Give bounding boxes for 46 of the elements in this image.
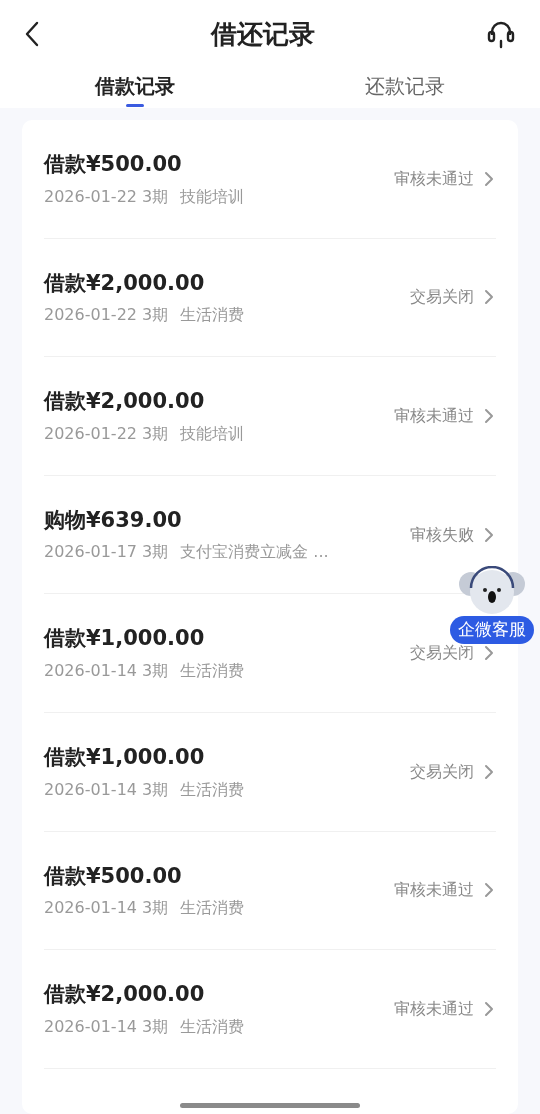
tab[interactable]: 还款记录 (270, 68, 540, 108)
record-date-term: 2026-01-17 3期 (44, 541, 169, 564)
record-amount: 借款¥2,000.00 (44, 388, 206, 416)
headset-icon[interactable] (486, 19, 516, 49)
chevron-right-icon[interactable] (484, 763, 494, 780)
record-status: 审核失败 (410, 523, 474, 546)
chevron-right-icon[interactable] (484, 170, 494, 187)
record-status: 审核未通过 (394, 167, 474, 190)
record-purpose: 技能培训 (180, 422, 245, 445)
record-purpose: 生活消费 (180, 304, 245, 327)
chevron-right-icon[interactable] (484, 882, 494, 899)
chevron-right-icon[interactable] (484, 408, 494, 424)
record-purpose: 生活消费 (180, 897, 245, 920)
record-status: 交易关闭 (410, 760, 474, 783)
record-amount: 借款¥500.00 (44, 862, 183, 890)
chevron-right-icon[interactable] (484, 526, 494, 543)
record-amount: 借款¥2,000.00 (44, 269, 206, 297)
record-date-term: 2026-01-22 3期 (44, 422, 169, 445)
record-date-term: 2026-01-14 3期 (44, 897, 169, 920)
record-status: 审核未通过 (394, 405, 474, 427)
record-date-term: 2026-01-14 3期 (44, 1015, 169, 1038)
record-purpose: 生活消费 (180, 778, 245, 801)
record-date-term: 2026-01-14 3期 (44, 778, 169, 801)
support-badge[interactable]: 企微客服 (450, 616, 534, 644)
record-amount: 借款¥500.00 (44, 151, 183, 179)
record-status: 交易关闭 (410, 286, 474, 309)
record-status: 审核未通过 (394, 879, 474, 902)
record-amount: 借款¥1,000.00 (44, 744, 206, 771)
record-purpose: 技能培训 (180, 185, 245, 208)
chevron-right-icon[interactable] (484, 645, 494, 662)
record-purpose: 生活消费 (180, 1015, 245, 1038)
record-amount: 借款¥2,000.00 (44, 981, 206, 1009)
record-date-term: 2026-01-14 3期 (44, 659, 169, 682)
chevron-right-icon[interactable] (484, 1000, 494, 1017)
tab[interactable]: 借款记录 (0, 68, 270, 108)
record-date-term: 2026-01-22 3期 (44, 304, 169, 327)
record-status: 审核未通过 (394, 997, 474, 1020)
back-icon[interactable] (24, 21, 40, 47)
record-amount: 购物¥639.00 (44, 506, 183, 534)
chevron-right-icon[interactable] (484, 289, 494, 306)
record-date-term: 2026-01-22 3期 (44, 185, 169, 208)
record-purpose: 生活消费 (180, 659, 245, 682)
record-amount: 借款¥1,000.00 (44, 625, 206, 653)
page-title: 借还记录 (211, 17, 315, 51)
record-purpose: 支付宝消费立减金 ... (180, 541, 329, 564)
record-status: 交易关闭 (410, 642, 474, 665)
